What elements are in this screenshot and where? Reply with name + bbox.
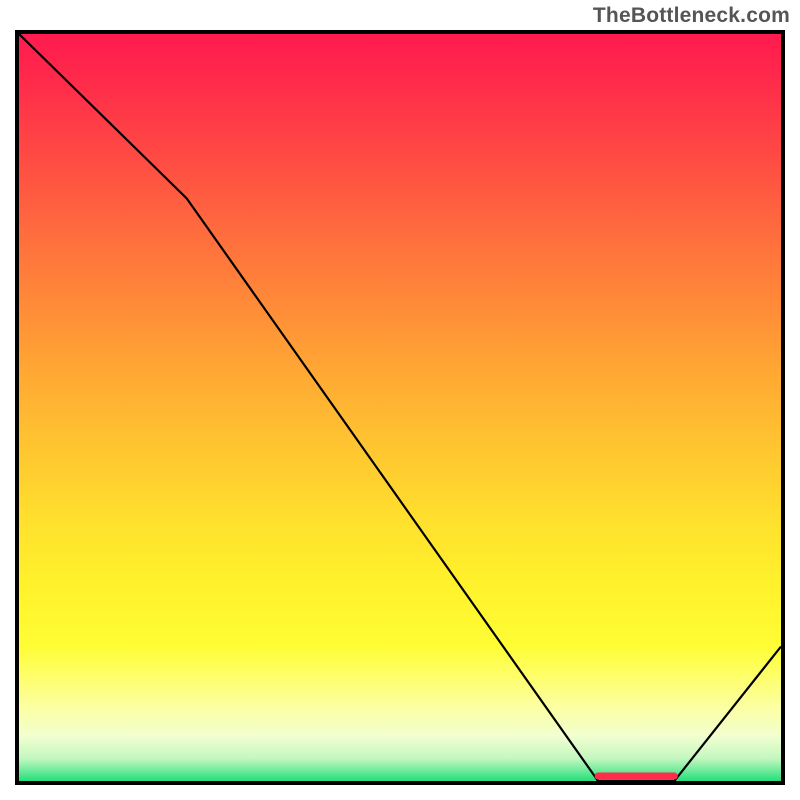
plot-frame [15, 30, 785, 785]
chart-svg [19, 34, 781, 781]
series-line [19, 34, 781, 781]
chart-container: TheBottleneck.com [0, 0, 800, 800]
attribution-label: TheBottleneck.com [593, 4, 790, 28]
